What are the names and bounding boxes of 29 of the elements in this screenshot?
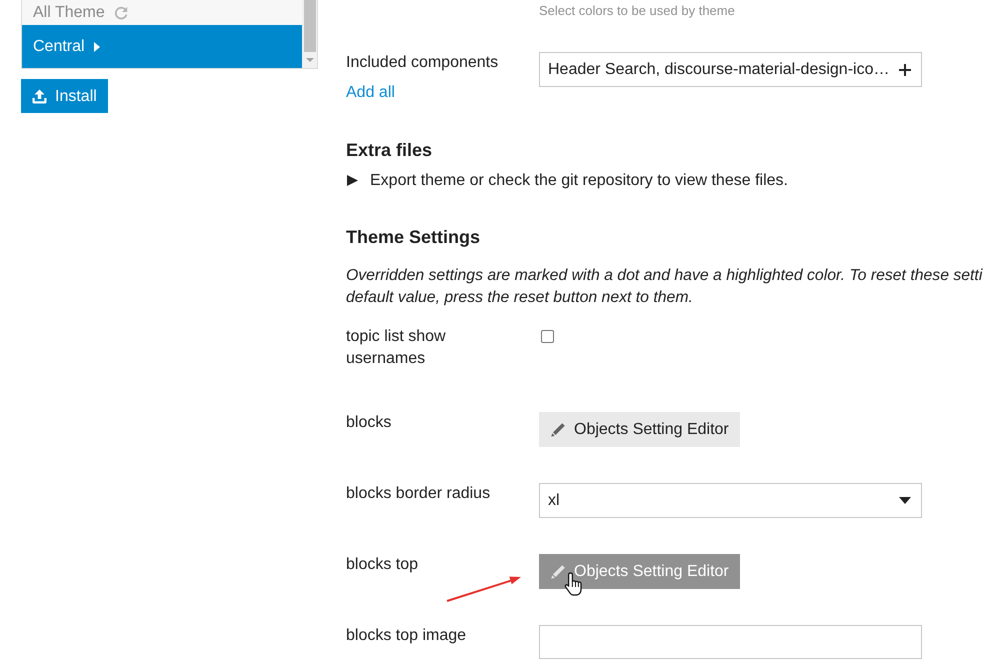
setting-label: blocks xyxy=(346,413,392,433)
objects-editor-button[interactable]: Objects Setting Editor xyxy=(539,554,740,589)
section-heading: Extra files xyxy=(346,139,432,161)
scrollbar-thumb[interactable] xyxy=(304,0,316,52)
pencil-icon xyxy=(550,422,566,438)
settings-help-text: Overridden settings are marked with a dot and have a highlighted color. To reset these setti default value, press the reset button next to them. xyxy=(346,266,982,308)
objects-editor-button[interactable]: Objects Setting Editor xyxy=(539,412,740,447)
caret-right-icon xyxy=(94,42,100,52)
extra-files-toggle[interactable]: Export theme or check the git repository to view these files. xyxy=(346,171,788,190)
checkbox[interactable] xyxy=(541,330,554,343)
input-field[interactable] xyxy=(539,625,922,659)
setting-label: blocks top image xyxy=(346,626,468,646)
upload-icon xyxy=(32,88,47,104)
setting-label: topic list show usernames xyxy=(346,327,447,369)
theme-list-item[interactable]: Central xyxy=(22,25,302,68)
setting-label: Included components xyxy=(346,53,500,73)
section-heading: Theme Settings xyxy=(346,226,480,248)
plus-icon xyxy=(899,64,911,76)
dropdown[interactable]: xl xyxy=(539,483,922,518)
add-all-link[interactable]: Add all xyxy=(346,82,395,104)
scroll-down-arrow-icon[interactable] xyxy=(306,58,314,62)
component-selector[interactable]: Header Search, discourse-material-design-ico… xyxy=(539,52,922,87)
setting-label: blocks border radius xyxy=(346,484,492,504)
setting-label: blocks top xyxy=(346,555,420,575)
scrollbar[interactable] xyxy=(302,0,317,68)
caret-down-icon xyxy=(899,497,911,504)
help-text: Select colors to be used by theme xyxy=(539,3,735,18)
pencil-icon xyxy=(550,564,566,580)
install-button[interactable]: Install xyxy=(21,79,108,113)
